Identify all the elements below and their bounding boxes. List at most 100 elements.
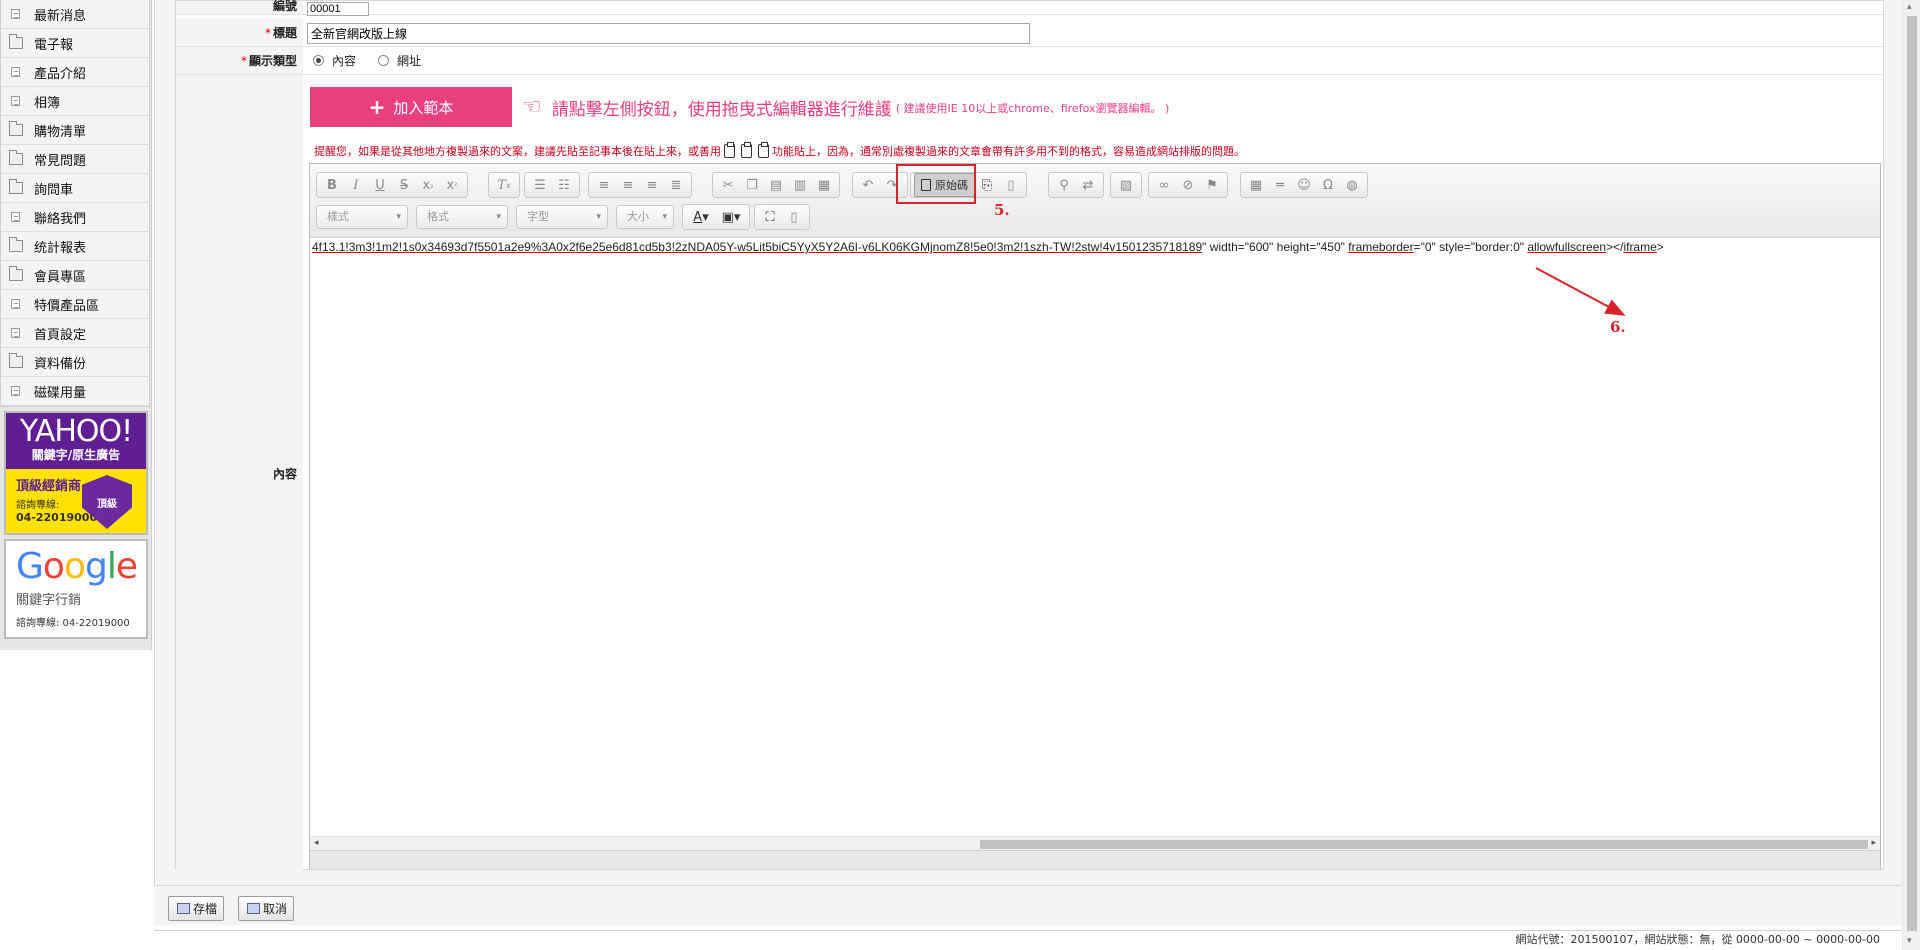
scroll-right-icon[interactable]: ▸ bbox=[1871, 838, 1876, 848]
align-left-icon[interactable]: ≡ bbox=[592, 174, 616, 196]
table-icon[interactable]: ▦ bbox=[1244, 174, 1268, 196]
bg-color-icon[interactable]: ▣▾ bbox=[716, 206, 746, 228]
sidebar-item-label: 會員專區 bbox=[34, 269, 87, 285]
scroll-down-icon[interactable]: ▾ bbox=[1907, 936, 1912, 946]
rich-text-editor: B I U S x₂ x² Tx ☰ ☷ ≡ ≡ ≡ ≣ ✂ ❐ ▤ ▥ ▦ ↶… bbox=[309, 163, 1881, 869]
radio-url[interactable] bbox=[378, 55, 390, 66]
italic-button[interactable]: I bbox=[344, 174, 368, 196]
bulleted-list-icon[interactable]: ☷ bbox=[552, 174, 576, 196]
sidebar-item-homepage-settings[interactable]: 首頁設定 bbox=[1, 319, 149, 348]
sidebar-item-label: 相簿 bbox=[34, 95, 61, 111]
sidebar-item-label: 特價產品區 bbox=[34, 298, 100, 314]
toolbar-group-align: ≡ ≡ ≡ ≣ bbox=[588, 172, 692, 198]
step-5-label: 5. bbox=[994, 201, 1010, 219]
toolbar-group-insert: ▦ ═ ☺ Ω ◍ bbox=[1240, 172, 1368, 198]
iframe-globe-icon[interactable]: ◍ bbox=[1340, 174, 1364, 196]
sidebar-item-reports[interactable]: 统計報表 bbox=[1, 232, 149, 261]
content-row: 內容 + 加入範本 ☜ 請點擊左側按鈕，使用拖曳式編輯器進行維護 ( 建議使用IE… bbox=[176, 75, 1883, 871]
save-button[interactable]: 存檔 bbox=[168, 896, 225, 921]
sidebar-item-newsletter[interactable]: 電子報 bbox=[1, 29, 149, 58]
sidebar-item-specials[interactable]: 特價產品區 bbox=[1, 290, 149, 319]
numbered-list-icon[interactable]: ☰ bbox=[528, 174, 552, 196]
toolbar-group-colors: A ▾ ▣▾ bbox=[682, 204, 750, 230]
sidebar-item-backup[interactable]: 資料備份 bbox=[1, 348, 149, 377]
unlink-icon[interactable]: ⊘ bbox=[1176, 174, 1200, 196]
cut-icon[interactable]: ✂ bbox=[716, 174, 740, 196]
doc-icon bbox=[11, 96, 20, 106]
bold-button[interactable]: B bbox=[320, 174, 344, 196]
paste-word-button-icon[interactable]: ▦ bbox=[812, 174, 836, 196]
sidebar-item-album[interactable]: 相簿 bbox=[1, 87, 149, 116]
strike-button[interactable]: S bbox=[392, 174, 416, 196]
horizontal-scroll-thumb[interactable] bbox=[980, 840, 1868, 849]
paste-button-icon[interactable]: ▤ bbox=[764, 174, 788, 196]
special-char-icon[interactable]: Ω bbox=[1316, 174, 1340, 196]
anchor-flag-icon[interactable]: ⚑ bbox=[1200, 174, 1224, 196]
sidebar-item-label: 常見問題 bbox=[34, 153, 87, 169]
image-icon[interactable]: ▨ bbox=[1114, 174, 1138, 196]
size-select[interactable]: 大小 bbox=[616, 205, 674, 229]
add-template-button[interactable]: + 加入範本 bbox=[310, 87, 512, 127]
copy-icon[interactable]: ❐ bbox=[740, 174, 764, 196]
templates-icon[interactable]: ▯ bbox=[999, 174, 1023, 196]
superscript-button[interactable]: x² bbox=[440, 174, 464, 196]
radio-url-label[interactable]: 網址 bbox=[397, 52, 421, 69]
sidebar-item-members[interactable]: 會員專區 bbox=[1, 261, 149, 290]
toolbar-group-lists: ☰ ☷ bbox=[524, 172, 580, 198]
align-right-icon[interactable]: ≡ bbox=[640, 174, 664, 196]
subscript-button[interactable]: x₂ bbox=[416, 174, 440, 196]
sidebar-item-label: 统計報表 bbox=[34, 240, 87, 256]
radio-content-label[interactable]: 內容 bbox=[332, 52, 356, 69]
link-icon[interactable]: ∞ bbox=[1152, 174, 1176, 196]
scroll-left-icon[interactable]: ◂ bbox=[314, 838, 319, 848]
show-blocks-icon[interactable]: ▯ bbox=[782, 206, 806, 228]
sidebar-item-disk-usage[interactable]: 磁碟用量 bbox=[1, 377, 149, 406]
smiley-icon[interactable]: ☺ bbox=[1292, 174, 1316, 196]
find-icon[interactable]: ⚲ bbox=[1052, 174, 1076, 196]
underline-button[interactable]: U bbox=[368, 174, 392, 196]
remove-format-icon[interactable]: Tx bbox=[492, 174, 516, 196]
font-select[interactable]: 字型 bbox=[516, 205, 608, 229]
align-justify-icon[interactable]: ≣ bbox=[664, 174, 688, 196]
sidebar-item-products[interactable]: 產品介紹 bbox=[1, 58, 149, 87]
toolbar-group-links: ∞ ⊘ ⚑ bbox=[1148, 172, 1228, 198]
format-select[interactable]: 格式 bbox=[416, 205, 508, 229]
google-ad-banner[interactable]: Google 關鍵字行銷 諮詢專線: 04-22019000 bbox=[4, 539, 148, 639]
sidebar-item-label: 購物清單 bbox=[34, 124, 87, 140]
title-row: * 標題 bbox=[176, 19, 1883, 47]
toolbar-group-view: ⛶ ▯ bbox=[754, 204, 810, 230]
replace-icon[interactable]: ⇄ bbox=[1076, 174, 1100, 196]
paste-text-button-icon[interactable]: ▥ bbox=[788, 174, 812, 196]
radio-content[interactable] bbox=[313, 55, 324, 66]
editor-content-area[interactable]: 4f13.1!3m3!1m2!1s0x34693d7f5501a2e9%3A0x… bbox=[310, 238, 1880, 836]
sidebar-item-faq[interactable]: 常見問題 bbox=[1, 145, 149, 174]
page-vertical-scrollbar[interactable]: ▴ ▾ bbox=[1902, 0, 1920, 950]
sidebar-item-label: 首頁設定 bbox=[34, 327, 87, 343]
style-select[interactable]: 樣式 bbox=[316, 205, 408, 229]
sidebar-item-contact[interactable]: 聯絡我們 bbox=[1, 203, 149, 232]
cancel-button[interactable]: 取消 bbox=[238, 896, 295, 921]
display-type-label: * 顯示類型 bbox=[176, 47, 303, 74]
code-input[interactable] bbox=[307, 2, 369, 16]
undo-icon[interactable]: ↶ bbox=[856, 174, 880, 196]
scroll-up-icon[interactable]: ▴ bbox=[1907, 2, 1912, 12]
sidebar-item-inquiry-cart[interactable]: 詢問車 bbox=[1, 174, 149, 203]
source-code-text[interactable]: 4f13.1!3m3!1m2!1s0x34693d7f5501a2e9%3A0x… bbox=[312, 240, 1664, 254]
yahoo-ad-banner[interactable]: YAHOO! 關鍵字/原生廣告 頂級經銷商 諮詢專線: 04-22019000 … bbox=[4, 411, 148, 535]
folder-icon bbox=[9, 150, 23, 165]
step-6-label: 6. bbox=[1610, 318, 1626, 336]
sidebar-item-shopping-list[interactable]: 購物清單 bbox=[1, 116, 149, 145]
display-type-row: * 顯示類型 內容 網址 bbox=[176, 47, 1883, 75]
title-input[interactable] bbox=[307, 23, 1030, 44]
sidebar-item-news[interactable]: 最新消息 bbox=[1, 0, 149, 29]
vertical-scroll-thumb[interactable] bbox=[1907, 16, 1917, 931]
text-color-icon[interactable]: A ▾ bbox=[686, 206, 716, 228]
sidebar-item-label: 最新消息 bbox=[34, 8, 87, 24]
preview-icon[interactable]: ⎘ bbox=[975, 174, 999, 196]
align-center-icon[interactable]: ≡ bbox=[616, 174, 640, 196]
paste-icon bbox=[724, 142, 735, 158]
maximize-icon[interactable]: ⛶ bbox=[758, 206, 782, 228]
horizontal-scrollbar[interactable]: ◂ ▸ bbox=[310, 836, 1880, 850]
doc-icon bbox=[11, 299, 20, 309]
horizontal-rule-icon[interactable]: ═ bbox=[1268, 174, 1292, 196]
